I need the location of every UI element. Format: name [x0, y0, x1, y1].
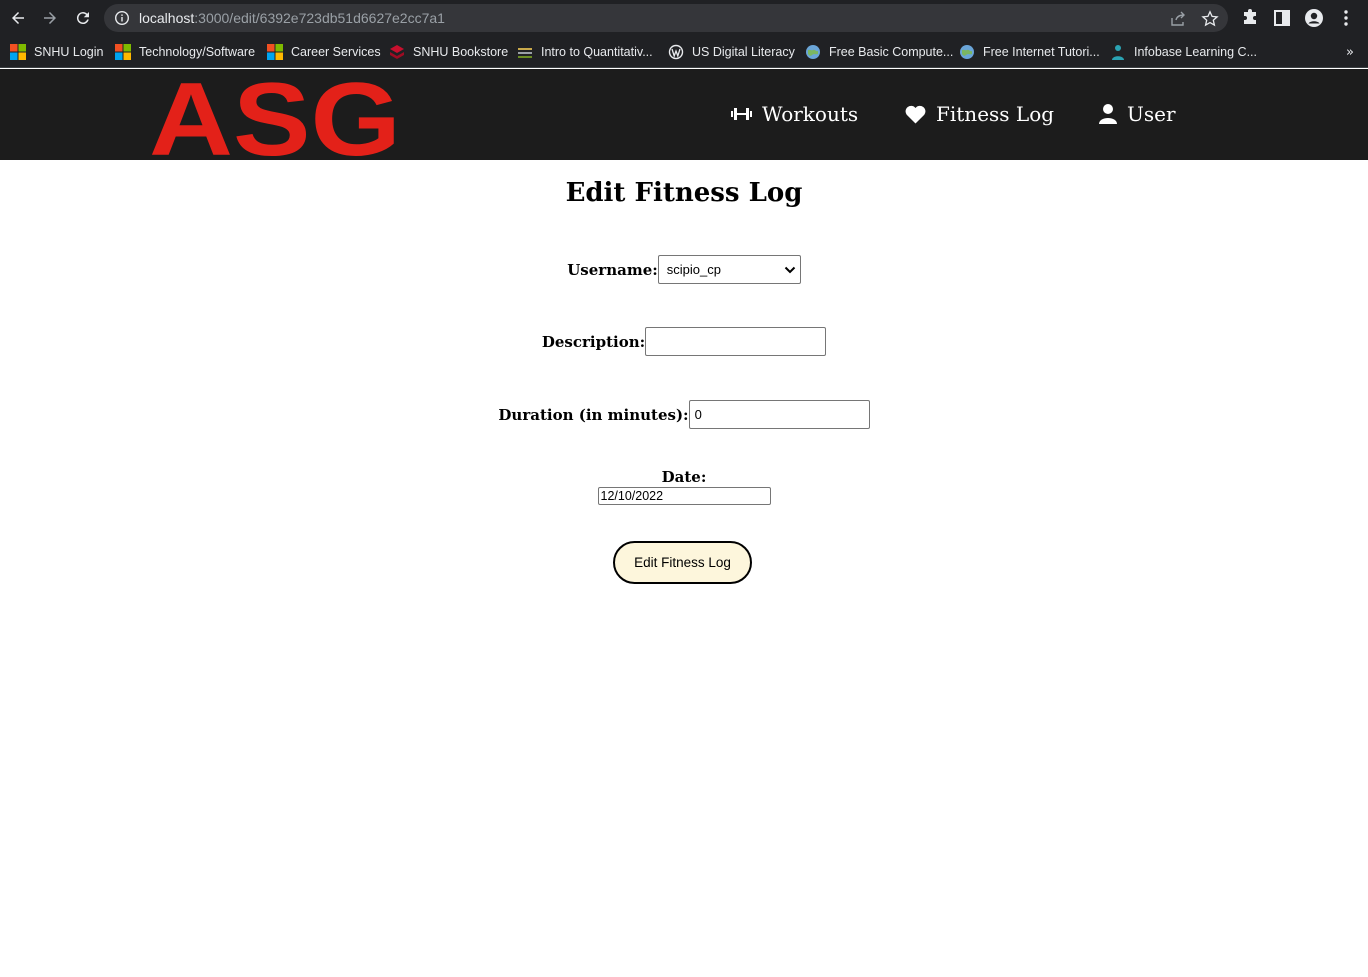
stack-icon [518, 48, 532, 58]
description-row: Description: [0, 327, 1368, 356]
back-button[interactable] [6, 6, 30, 30]
info-icon[interactable] [114, 10, 130, 26]
dumbbell-icon [731, 108, 752, 120]
duration-input[interactable] [688, 400, 870, 429]
page-title: Edit Fitness Log [565, 178, 803, 208]
reload-button[interactable] [71, 6, 95, 30]
nav-label: User [1127, 102, 1176, 126]
star-icon[interactable] [1201, 10, 1219, 28]
user-icon [1099, 104, 1117, 124]
share-icon[interactable] [1169, 10, 1187, 28]
date-label: Date: [661, 468, 707, 486]
person-icon [1112, 45, 1124, 60]
nav-fitness-log-link[interactable]: Fitness Log [905, 101, 1054, 127]
bookmark-label: Technology/Software [139, 45, 256, 59]
username-selected-value: scipio_cp [666, 262, 721, 277]
kebab-menu-icon[interactable] [1336, 8, 1356, 28]
arrow-right-icon [44, 12, 56, 24]
bookmark-snhu-bookstore[interactable]: SNHU Bookstore [389, 41, 508, 63]
microsoft-icon [115, 44, 131, 60]
date-label-row: Date: [0, 468, 1368, 486]
reload-icon [76, 12, 89, 25]
wordpress-icon [668, 44, 684, 60]
bookmark-label: SNHU Bookstore [413, 45, 509, 59]
bookmark-label: Career Services [291, 45, 381, 59]
username-label: Username: [567, 260, 658, 279]
duration-row: Duration (in minutes): [0, 400, 1368, 429]
bookmark-technology-software[interactable]: Technology/Software [115, 41, 255, 63]
url-text: localhost:3000/edit/6392e723db51d6627e2c… [139, 10, 445, 26]
browser-toolbar: localhost:3000/edit/6392e723db51d6627e2c… [0, 0, 1368, 36]
username-row: Username: scipio_cp [0, 255, 1368, 284]
globe-icon [960, 45, 974, 59]
book-icon [390, 45, 404, 59]
bookmarks-bar: SNHU Login Technology/Software Career Se… [0, 36, 1368, 68]
nav-label: Fitness Log [936, 102, 1055, 126]
bookmark-free-internet-tutorials[interactable]: Free Internet Tutori... [959, 41, 1100, 63]
chevron-down-icon [784, 266, 795, 274]
microsoft-icon [267, 44, 283, 60]
nav-workouts-link[interactable]: Workouts [731, 101, 858, 127]
bookmark-snhu-login[interactable]: SNHU Login [10, 41, 103, 63]
bookmark-free-basic-computer[interactable]: Free Basic Compute... [805, 41, 953, 63]
bookmark-label: Free Basic Compute... [829, 45, 954, 59]
heart-icon [905, 105, 926, 123]
address-bar[interactable]: localhost:3000/edit/6392e723db51d6627e2c… [104, 4, 1228, 32]
description-label: Description: [541, 332, 646, 351]
bookmark-intro-quantitative[interactable]: Intro to Quantitativ... [517, 41, 653, 63]
microsoft-icon [10, 44, 26, 60]
bookmark-label: SNHU Login [34, 45, 104, 59]
arrow-left-icon [12, 12, 24, 24]
nav-label: Workouts [762, 102, 859, 126]
globe-icon [806, 45, 820, 59]
date-row [0, 487, 1368, 505]
profile-icon[interactable] [1304, 8, 1324, 28]
asg-logo[interactable]: ASG [148, 71, 402, 157]
extensions-icon[interactable] [1240, 8, 1260, 28]
edit-fitness-log-button[interactable]: Edit Fitness Log [613, 541, 752, 584]
bookmark-label: Infobase Learning C... [1134, 45, 1257, 59]
description-input[interactable] [645, 327, 827, 356]
logo-text: ASG [149, 71, 401, 157]
bookmark-label: Intro to Quantitativ... [541, 45, 653, 59]
forward-button[interactable] [38, 6, 62, 30]
bookmark-career-services[interactable]: Career Services [267, 41, 381, 63]
date-input[interactable] [597, 487, 771, 505]
bookmark-us-digital-literacy[interactable]: US Digital Literacy [668, 41, 795, 63]
username-select[interactable]: scipio_cp [657, 255, 801, 284]
more-bookmarks-button[interactable]: » [1346, 45, 1354, 60]
site-header: ASG Workouts Fitness Log User [0, 69, 1368, 160]
side-panel-icon[interactable] [1272, 8, 1292, 28]
bookmark-infobase-learning[interactable]: Infobase Learning C... [1110, 41, 1257, 63]
duration-label: Duration (in minutes): [498, 405, 689, 424]
bookmark-label: US Digital Literacy [692, 45, 795, 59]
nav-user-link[interactable]: User [1099, 101, 1176, 127]
bookmark-label: Free Internet Tutori... [983, 45, 1100, 59]
